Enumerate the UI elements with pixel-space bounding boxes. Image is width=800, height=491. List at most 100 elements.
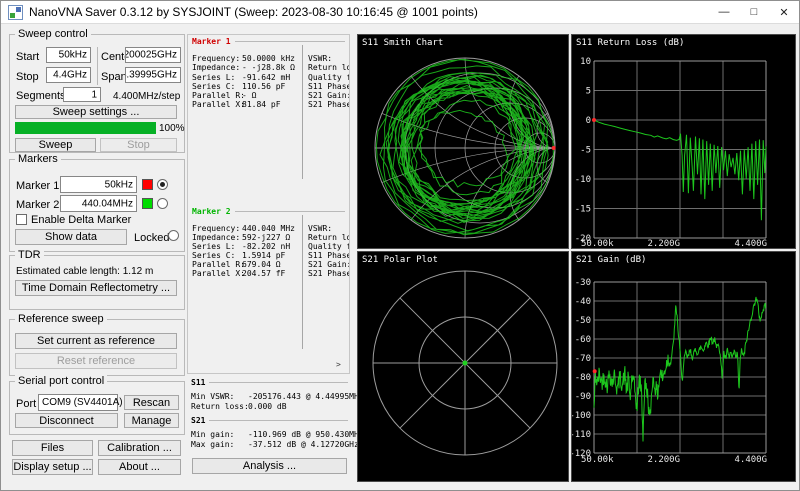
stop-button[interactable]: Stop	[100, 138, 177, 152]
span-input[interactable]: 4.39995GHz	[125, 67, 181, 83]
tdr-button[interactable]: Time Domain Reflectometry ...	[15, 280, 177, 296]
segments-input[interactable]: 1	[63, 87, 101, 102]
app-icon	[8, 5, 23, 20]
titlebar: NanoVNA Saver 0.3.12 by SYSJOINT (Sweep:…	[1, 1, 799, 24]
s11-return-loss-chart-title: S11 Return Loss (dB)	[576, 38, 684, 48]
start-input[interactable]: 50kHz	[46, 47, 91, 63]
marker1-right-row: VSWR:	[308, 54, 332, 63]
sweep-divider	[97, 47, 98, 85]
marker1-row: Parallel R:- Ω	[192, 91, 256, 100]
svg-text:-5: -5	[580, 146, 591, 156]
sweep-control-legend: Sweep control	[15, 28, 91, 41]
minimize-icon[interactable]: —	[709, 1, 739, 23]
s11-return-loss-chart-panel[interactable]: 1050-5-10-15-2050.00k2.200G4.400G S11 Re…	[571, 34, 796, 249]
scroll-right-arrow-icon[interactable]: >	[336, 360, 341, 369]
svg-text:-30: -30	[575, 278, 591, 288]
markers-legend: Markers	[15, 153, 61, 166]
disconnect-button[interactable]: Disconnect	[15, 413, 118, 428]
s21-polar-plot-panel[interactable]: S21 Polar Plot	[357, 251, 569, 482]
marker1-row: Series C:110.56 pF	[192, 82, 285, 91]
marker1-input[interactable]: 50kHz	[60, 176, 137, 193]
reference-sweep-legend: Reference sweep	[15, 313, 107, 326]
marker1-color-swatch[interactable]	[142, 179, 153, 190]
s11-min-vswr-row: Min VSWR:-205176.443 @ 4.44995MHz	[191, 392, 364, 401]
enable-delta-marker-label: Enable Delta Marker	[31, 214, 131, 226]
manage-button[interactable]: Manage	[124, 413, 179, 428]
window-title: NanoVNA Saver 0.3.12 by SYSJOINT (Sweep:…	[29, 5, 478, 19]
marker1-right-row: S11 Phase:	[308, 82, 350, 91]
marker2-input[interactable]: 440.04MHz	[60, 195, 137, 212]
marker2-label: Marker 2	[16, 199, 59, 211]
marker1-right-row: S21 Gain:	[308, 91, 350, 100]
svg-text:2.200G: 2.200G	[647, 239, 680, 248]
marker1-radio[interactable]	[157, 179, 168, 190]
marker2-right-row: Quality fa	[308, 242, 350, 251]
marker2-row: Series L:-82.202 nH	[192, 242, 290, 251]
set-reference-button[interactable]: Set current as reference	[15, 333, 177, 349]
center-input[interactable]: 2.200025GHz	[125, 47, 181, 63]
marker2-right-row: S21 Gain:	[308, 260, 350, 269]
sweep-button[interactable]: Sweep	[15, 138, 96, 152]
calibration-button[interactable]: Calibration ...	[98, 440, 181, 456]
svg-text:-10: -10	[575, 175, 591, 185]
marker2-row: Frequency:440.040 MHz	[192, 224, 295, 233]
svg-text:10: 10	[580, 57, 591, 67]
close-icon[interactable]: ✕	[769, 1, 799, 23]
reset-reference-button[interactable]: Reset reference	[15, 353, 177, 369]
svg-text:2.200G: 2.200G	[647, 455, 680, 465]
marker1-column-divider	[302, 45, 303, 179]
s21-max-gain-row: Max gain:-37.512 dB @ 4.12720GHz	[191, 440, 359, 449]
svg-text:-40: -40	[575, 297, 591, 307]
marker2-row: Parallel X:204.57 fF	[192, 269, 285, 278]
show-data-button[interactable]: Show data	[15, 229, 127, 245]
s11-smith-chart-panel[interactable]: S11 Smith Chart	[357, 34, 569, 249]
stop-input[interactable]: 4.4GHz	[46, 67, 91, 83]
marker2-radio[interactable]	[157, 198, 168, 209]
marker1-panel-title: Marker 1	[192, 37, 345, 46]
svg-text:50.00k: 50.00k	[581, 239, 614, 248]
rescan-button[interactable]: Rescan	[124, 395, 179, 410]
s11-summary-title: S11	[191, 378, 348, 387]
marker2-column-divider	[302, 215, 303, 349]
tdr-legend: TDR	[15, 249, 44, 262]
marker2-color-swatch[interactable]	[142, 198, 153, 209]
port-select-value: COM9 (SV4401A)	[42, 397, 123, 408]
svg-text:-100: -100	[572, 411, 591, 421]
files-button[interactable]: Files	[12, 440, 93, 456]
progress-percent-label: 100%	[159, 123, 185, 134]
marker2-row: Impedance:592-j227 Ω	[192, 233, 290, 242]
maximize-icon[interactable]: □	[739, 1, 769, 23]
marker2-right-row: VSWR:	[308, 224, 332, 233]
s11-return-loss-row: Return loss:0.000 dB	[191, 402, 287, 411]
analysis-button[interactable]: Analysis ...	[192, 458, 347, 474]
marker-data-panel: Marker 1 Frequency:50.0000 kHz Impedance…	[187, 34, 350, 374]
segments-label: Segments	[16, 90, 66, 102]
svg-text:4.400G: 4.400G	[734, 239, 767, 248]
locked-label: Locked	[134, 232, 169, 244]
port-select[interactable]: COM9 (SV4401A) ▾	[38, 394, 118, 411]
port-label: Port	[16, 398, 36, 410]
svg-text:50.00k: 50.00k	[581, 455, 614, 465]
svg-text:-15: -15	[575, 205, 591, 215]
serial-port-legend: Serial port control	[15, 375, 107, 388]
locked-radio[interactable]	[168, 230, 179, 241]
marker1-right-row: Return los	[308, 63, 350, 72]
marker1-right-row: Quality fa	[308, 73, 350, 82]
marker2-row: Series C:1.5914 pF	[192, 251, 285, 260]
s21-gain-chart-title: S21 Gain (dB)	[576, 255, 646, 265]
marker1-label: Marker 1	[16, 180, 59, 192]
sweep-settings-button[interactable]: Sweep settings ...	[15, 105, 177, 119]
enable-delta-marker-checkbox[interactable]	[16, 214, 27, 225]
marker2-panel-title: Marker 2	[192, 207, 345, 216]
svg-text:0: 0	[586, 116, 591, 126]
svg-text:-50: -50	[575, 316, 591, 326]
about-button[interactable]: About ...	[98, 459, 181, 475]
display-setup-button[interactable]: Display setup ...	[12, 459, 93, 475]
s21-gain-chart-panel[interactable]: -30-40-50-60-70-80-90-100-110-12050.00k2…	[571, 251, 796, 482]
s21-polar-plot-title: S21 Polar Plot	[362, 255, 438, 265]
start-label: Start	[16, 51, 39, 63]
cable-length-text: Estimated cable length: 1.12 m	[16, 266, 153, 277]
s21-summary-title: S21	[191, 416, 348, 425]
sweep-progress-bar	[15, 122, 156, 134]
marker1-right-row: S21 Phase:	[308, 100, 350, 109]
